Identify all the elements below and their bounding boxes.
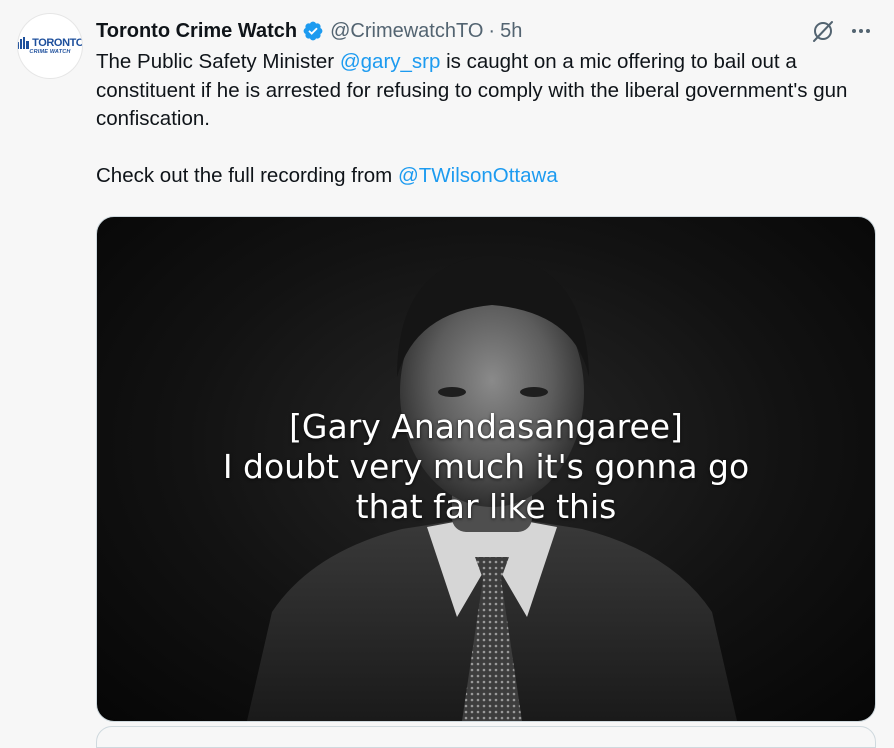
skyline-icon <box>18 36 30 49</box>
tweet-paragraph-1: The Public Safety Minister @gary_srp is … <box>96 48 886 134</box>
right-eye <box>520 387 548 397</box>
caption-line-2: I doubt very much it's gonna go <box>222 447 750 486</box>
avatar-subtitle: CRIME WATCH <box>29 48 71 55</box>
verified-badge-icon[interactable] <box>302 20 324 42</box>
header-actions <box>810 18 874 44</box>
more-icon[interactable] <box>848 18 874 44</box>
display-name[interactable]: Toronto Crime Watch <box>96 20 297 43</box>
avatar-logo: TORONTO <box>18 36 82 49</box>
avatar-word: TORONTO <box>32 36 82 49</box>
next-card-edge <box>96 726 876 748</box>
video-caption: [Gary Anandasangaree] I doubt very much … <box>97 407 875 527</box>
tweet-text-2a: Check out the full recording from <box>96 164 398 187</box>
timestamp[interactable]: 5h <box>500 20 522 43</box>
author-handle[interactable]: @CrimewatchTO <box>330 20 483 43</box>
grok-icon[interactable] <box>810 18 836 44</box>
caption-line-3: that far like this <box>355 487 617 526</box>
tweet-paragraph-2: Check out the full recording from @TWils… <box>96 162 886 191</box>
media-video[interactable]: [Gary Anandasangaree] I doubt very much … <box>96 216 876 722</box>
mention-link-twilsonottawa[interactable]: @TWilsonOttawa <box>398 164 558 187</box>
tweet-header: Toronto Crime Watch @CrimewatchTO · 5h <box>96 17 874 45</box>
tweet-text: The Public Safety Minister @gary_srp is … <box>96 48 886 191</box>
left-eye <box>438 387 466 397</box>
mention-link-gary-srp[interactable]: @gary_srp <box>340 50 441 73</box>
tweet-text-1a: The Public Safety Minister <box>96 50 340 73</box>
separator-dot: · <box>488 19 496 42</box>
avatar[interactable]: TORONTO CRIME WATCH <box>18 14 82 78</box>
caption-line-1: [Gary Anandasangaree] <box>289 407 683 446</box>
